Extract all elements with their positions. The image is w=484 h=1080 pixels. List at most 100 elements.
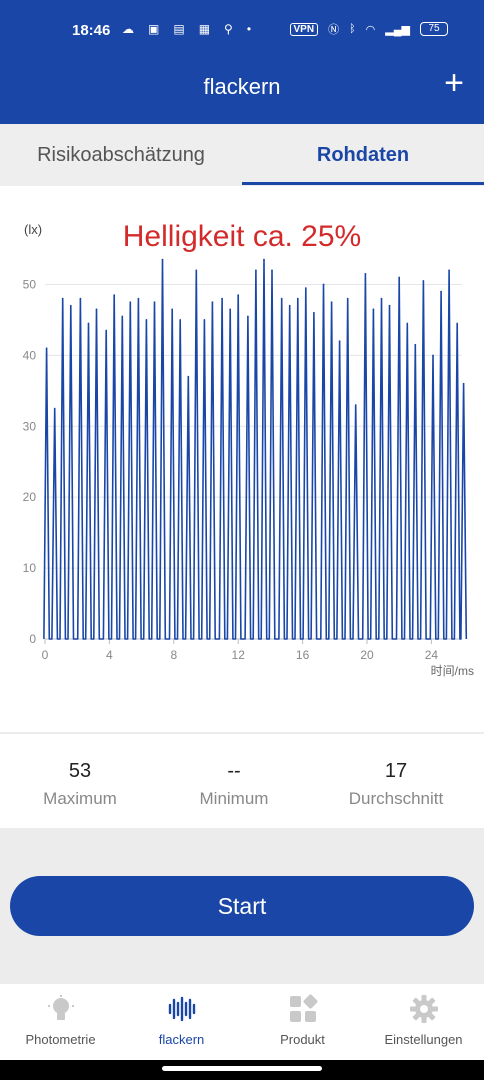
peak-point [263,258,265,261]
peak-point [456,322,458,325]
plus-icon[interactable]: + [444,66,464,100]
status-time: 18:46 [72,22,111,39]
battery-indicator: 75 [420,22,448,36]
peak-point [398,276,401,279]
page-title: flackern [203,74,281,99]
peak-point [153,301,156,303]
peak-point [432,354,434,357]
peak-point [414,343,417,346]
dot-icon: • [246,22,252,36]
y-tick-label: 20 [23,490,37,504]
bluetooth-icon: ᛒ [349,23,356,35]
grid-icon [290,994,318,1022]
peak-point [422,280,425,282]
peak-point [121,315,124,318]
stat-average-label: Durchschnitt [348,789,444,808]
peak-point [171,308,173,311]
gear-icon [410,995,438,1023]
peak-point [69,304,72,307]
x-tick-label: 20 [360,648,374,662]
peak-point [372,308,375,311]
peak-point [388,304,391,307]
peak-point [364,273,367,275]
nav-settings[interactable]: Einstellungen [363,984,484,1060]
x-tick-label: 0 [42,648,49,662]
stat-minimum: -- Minimum [154,734,314,809]
x-tick-label: 16 [296,648,310,662]
news-icon: ▤ [173,22,185,36]
peak-point [137,297,140,300]
peak-point [330,301,333,303]
x-tick-label: 4 [106,648,113,662]
nav-settings-label: Einstellungen [384,1032,463,1047]
nav-flicker-label: flackern [158,1032,205,1047]
bulb-icon [48,995,74,1020]
y-tick-label: 0 [29,632,36,646]
home-indicator[interactable] [162,1066,322,1071]
peak-point [203,319,206,321]
stat-average: 17 Durchschnitt [316,734,476,809]
peak-point [255,269,257,272]
peak-point [87,322,90,325]
peak-point [338,340,341,342]
start-button[interactable]: Start [10,876,474,936]
peak-point [462,382,465,385]
x-tick-label: 8 [170,648,177,662]
tab-risk-assessment[interactable]: Risikoabschätzung [0,124,242,186]
keyhole-icon: ⚲ [224,22,233,36]
peak-point [95,308,98,311]
nav-product-label: Produkt [280,1032,325,1047]
stat-maximum-label: Maximum [43,789,117,808]
peak-point [221,297,223,300]
y-tick-label: 10 [23,561,37,575]
peak-point [237,294,240,296]
stat-maximum-value: 53 [68,760,92,782]
chart-card: 0 10 20 30 40 50 0 4 8 12 16 20 24 时间/ms (lx) Helligk… [0,186,484,732]
stat-average-value: 17 [384,760,408,782]
nav-photometry[interactable]: Photometrie [0,984,121,1060]
brightness-headline: Helligkeit ca. 25% [122,220,362,253]
cloud-icon: ☁ [122,22,134,36]
peak-point [271,269,273,272]
tab-bar: Risikoabschätzung Rohdaten [0,124,484,186]
nav-product[interactable]: Produkt [242,984,363,1060]
active-tab-indicator [242,182,484,185]
vpn-badge: VPN [289,22,319,36]
wifi-icon: ◠ [365,23,376,36]
peak-point [322,283,325,286]
peak-point [440,290,442,293]
peak-point [129,301,132,303]
news2-icon: ▦ [198,22,211,36]
nfc-icon: Ⓝ [328,24,340,36]
bottom-nav: Photometrie flackern Produkt Einstellung… [0,984,484,1060]
peak-point [105,329,107,332]
peak-point [113,294,116,296]
notification-icons: ☁ ▣ ▤ ▦ ⚲ • [122,22,251,36]
status-right: VPN Ⓝ ᛒ ◠ ▂▄▆ 75 [289,21,448,37]
peak-point [161,258,164,261]
stat-maximum: 53 Maximum [0,734,160,809]
peak-point [280,297,283,300]
peak-point [288,304,291,307]
peak-point [53,407,56,410]
signal-icon: ▂▄▆ [385,23,410,36]
y-tick-label: 50 [23,277,37,291]
peak-point [61,297,64,300]
gesture-bar [0,1060,484,1080]
tab-raw-data[interactable]: Rohdaten [242,124,484,186]
app-header: 18:46 ☁ ▣ ▤ ▦ ⚲ • VPN Ⓝ ᛒ ◠ ▂▄▆ 75 flack… [0,0,484,124]
peak-point [247,315,249,318]
peak-point [305,287,307,289]
status-bar: 18:46 ☁ ▣ ▤ ▦ ⚲ • VPN Ⓝ ᛒ ◠ ▂▄▆ 75 [0,16,484,48]
flicker-chart: 0 10 20 30 40 50 0 4 8 12 16 20 24 时间/ms [23,258,474,678]
stats-panel: 53 Maximum -- Minimum 17 Durchschnitt [0,734,484,828]
app-notification-icon: ▣ [148,22,160,36]
flicker-series-line [43,258,468,640]
peak-point [79,297,82,300]
x-axis-label: 时间/ms [431,664,474,678]
nav-flicker[interactable]: flackern [121,984,242,1060]
peak-point [229,308,231,311]
waveform-icon [168,996,196,1022]
peak-point [179,319,182,321]
x-tick-label: 24 [425,648,439,662]
